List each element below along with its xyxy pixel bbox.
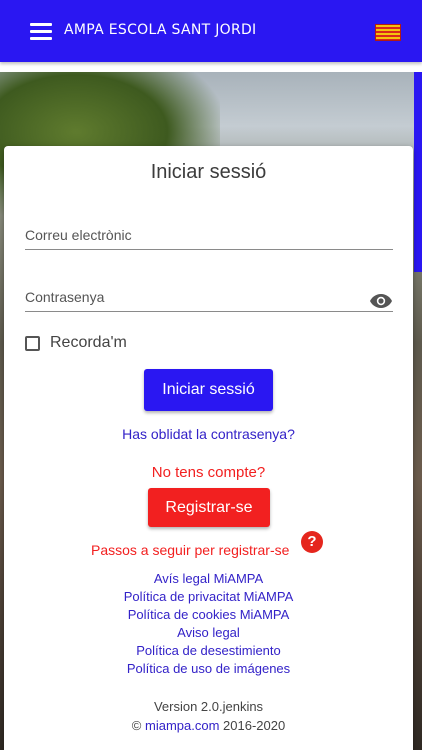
question-icon[interactable]: ? bbox=[301, 531, 323, 553]
legal-notice-link[interactable]: Avís legal MiAMPA bbox=[4, 570, 413, 588]
site-link[interactable]: miampa.com bbox=[145, 718, 219, 733]
menu-icon[interactable] bbox=[30, 23, 52, 41]
password-field-wrapper bbox=[25, 273, 393, 312]
app-title: AMPA ESCOLA SANT JORDI bbox=[64, 22, 257, 38]
legal-links: Avís legal MiAMPA Política de privacitat… bbox=[4, 570, 413, 678]
copyright-years: 2016-2020 bbox=[223, 718, 286, 733]
aviso-legal-link[interactable]: Aviso legal bbox=[4, 624, 413, 642]
login-title: Iniciar sessió bbox=[150, 161, 267, 183]
checkbox-box[interactable] bbox=[25, 335, 40, 351]
remember-me-checkbox[interactable]: Recorda'm bbox=[25, 333, 127, 353]
image-use-policy-link[interactable]: Política de uso de imágenes bbox=[4, 660, 413, 678]
forgot-password-link[interactable]: Has oblidat la contrasenya? bbox=[4, 426, 413, 442]
cookies-policy-link[interactable]: Política de cookies MiAMPA bbox=[4, 606, 413, 624]
remember-me-label: Recorda'm bbox=[50, 334, 127, 351]
password-field[interactable] bbox=[25, 289, 355, 305]
privacy-policy-link[interactable]: Política de privacitat MiAMPA bbox=[4, 588, 413, 606]
registration-steps-link[interactable]: Passos a seguir per registrar-se bbox=[91, 542, 289, 558]
register-button[interactable]: Registrar-se bbox=[148, 488, 270, 527]
login-button[interactable]: Iniciar sessió bbox=[144, 369, 273, 411]
version-text: Version 2.0.jenkins bbox=[153, 699, 264, 714]
login-card: Iniciar sessió Recorda'm Iniciar sessió … bbox=[4, 146, 413, 750]
email-field[interactable] bbox=[25, 227, 393, 243]
eye-icon[interactable] bbox=[369, 293, 393, 309]
app-bar: AMPA ESCOLA SANT JORDI bbox=[0, 0, 422, 62]
email-field-wrapper bbox=[25, 211, 393, 250]
copyright-line: © miampa.com 2016-2020 bbox=[4, 718, 413, 733]
no-account-text: No tens compte? bbox=[151, 464, 266, 481]
catalan-flag-icon[interactable] bbox=[375, 24, 401, 41]
background-strip bbox=[414, 72, 422, 272]
copyright-icon: © bbox=[131, 718, 142, 733]
withdrawal-policy-link[interactable]: Política de desestimiento bbox=[4, 642, 413, 660]
appbar-separator bbox=[0, 62, 422, 72]
